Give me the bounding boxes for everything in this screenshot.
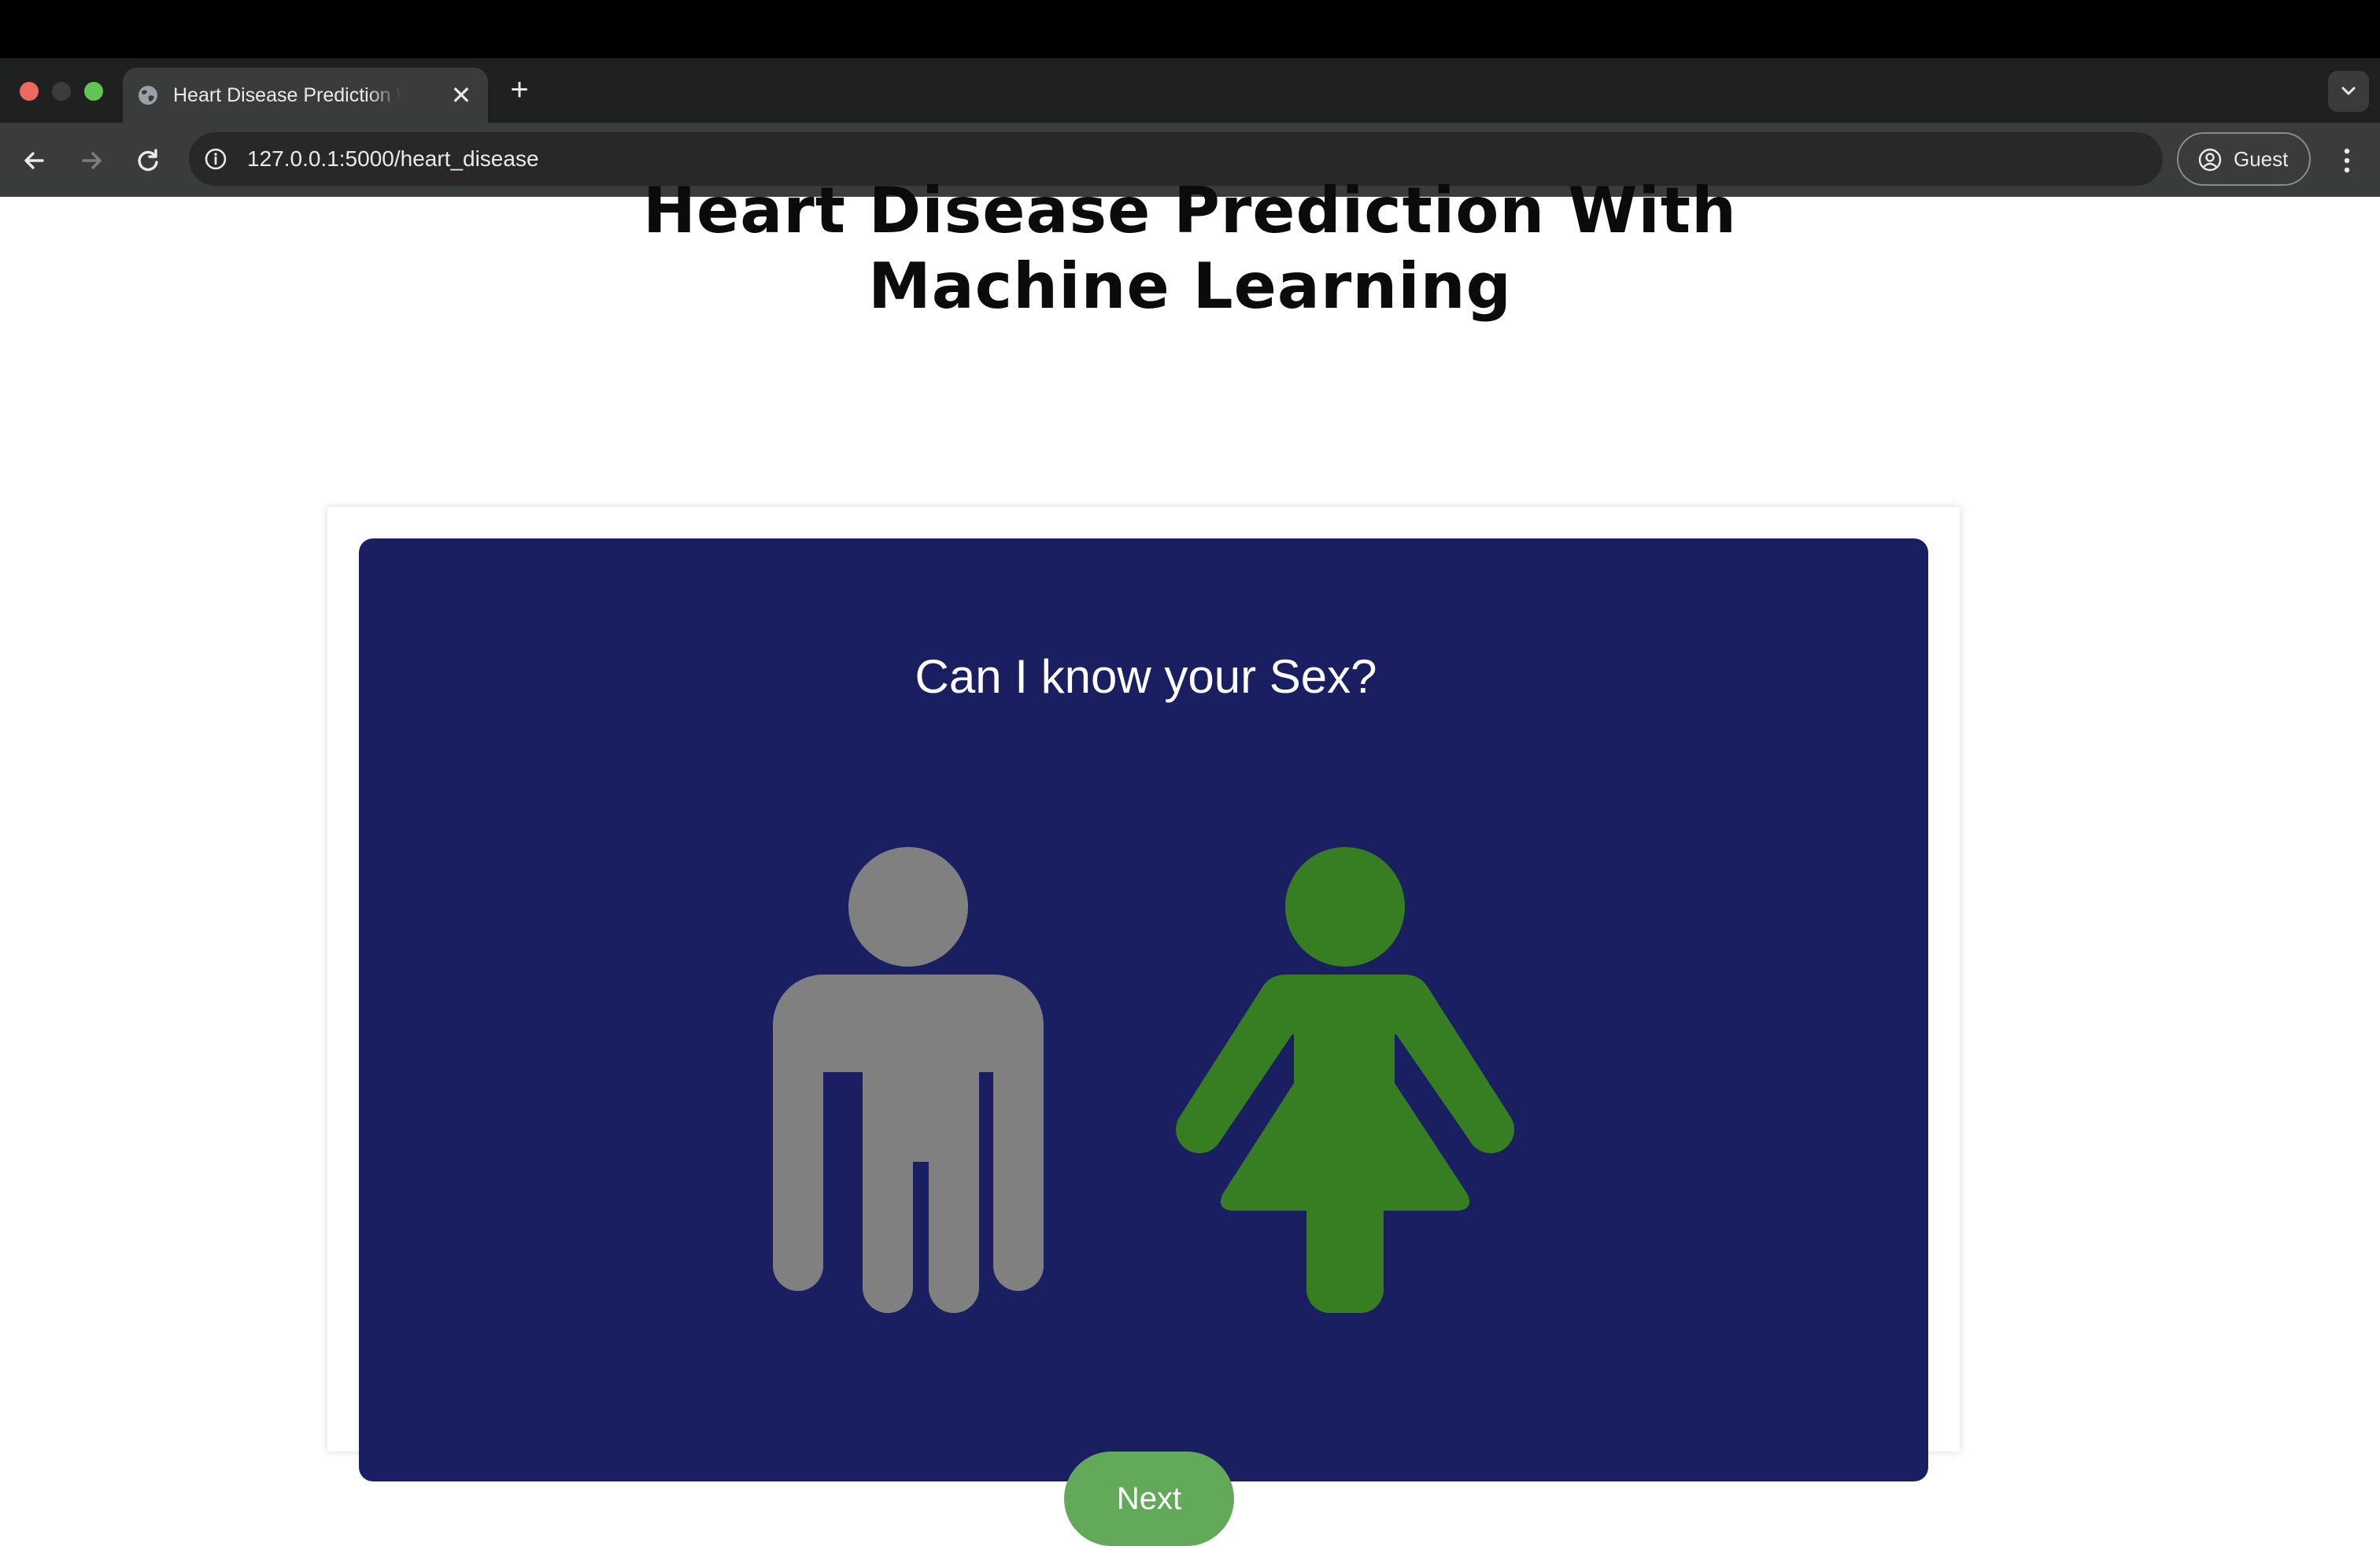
screen-top-bar (0, 0, 2380, 58)
page-title-line1: Heart Disease Prediction With (643, 174, 1737, 247)
page-title: Heart Disease Prediction With Machine Le… (639, 173, 1741, 324)
next-button[interactable]: Next (1064, 1452, 1234, 1546)
reload-icon[interactable] (131, 143, 165, 178)
window-minimize-button[interactable] (52, 82, 71, 101)
globe-icon (139, 86, 157, 105)
chevron-down-icon (2341, 87, 2356, 95)
window-zoom-button[interactable] (84, 82, 103, 101)
profile-icon (2198, 148, 2222, 172)
male-figure-icon[interactable] (773, 847, 1044, 1313)
question-text: Can I know your Sex? (915, 650, 1377, 703)
info-icon[interactable] (203, 146, 228, 172)
browser-tab[interactable]: Heart Disease Prediction With Machine Le… (123, 68, 488, 123)
page-title-line2: Machine Learning (868, 250, 1512, 323)
address-url[interactable]: 127.0.0.1:5000/heart_disease (247, 142, 539, 176)
profile-label: Guest (2234, 147, 2289, 171)
forward-arrow-icon[interactable] (74, 143, 109, 178)
close-icon[interactable]: ✕ (447, 81, 475, 109)
tab-search-button[interactable] (2328, 71, 2369, 112)
kebab-menu-icon[interactable] (2333, 143, 2361, 178)
window-close-button[interactable] (20, 82, 39, 101)
profile-button[interactable]: Guest (2177, 132, 2311, 186)
female-figure-icon[interactable] (1176, 847, 1514, 1313)
tab-title: Heart Disease Prediction With Machine Le… (173, 84, 401, 106)
plus-icon[interactable]: + (505, 74, 534, 105)
back-arrow-icon[interactable] (17, 143, 52, 178)
